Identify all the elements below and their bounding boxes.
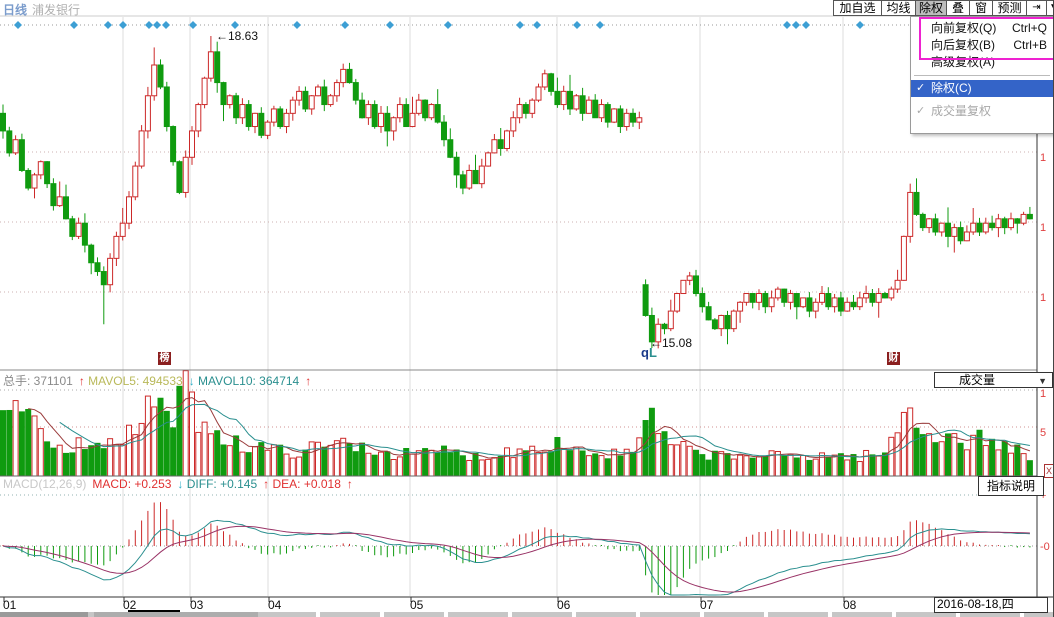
date-axis-label: 03: [190, 598, 203, 612]
date-axis-label: 01: [3, 598, 16, 612]
svg-text:-0: -0: [1040, 541, 1050, 553]
header-value: DIFF: +0.145: [187, 477, 257, 491]
menu-separator: [914, 75, 1050, 76]
close-icon[interactable]: X: [1044, 464, 1054, 478]
menu-item-label: 除权(C): [931, 80, 972, 97]
toolbar-button-2[interactable]: 除权: [916, 0, 947, 16]
menu-item-shortcut: Ctrl+B: [1013, 37, 1047, 54]
trend-arrow-icon: ↓: [177, 477, 186, 491]
volume-header: 总手: 371101 ↑ MAVOL5: 494533 ↓ MAVOL10: 364…: [3, 372, 311, 389]
check-icon: ✓: [916, 103, 925, 120]
toolbar-button-0[interactable]: 加自选: [833, 0, 882, 16]
period-label[interactable]: 日线: [3, 1, 27, 18]
trend-arrow-icon: ↑: [347, 477, 353, 491]
toolbar-button-4[interactable]: 窗: [970, 0, 993, 16]
macd-header: MACD(12,26,9) MACD: +0.253 ↓ DIFF: +0.145 ↑…: [3, 477, 353, 491]
date-box: 2016-08-18,四: [934, 597, 1048, 613]
scrollbar-position-indicator[interactable]: [128, 610, 180, 612]
scrollbar-segment-dark[interactable]: [0, 612, 88, 617]
trend-arrow-icon: ↑: [305, 374, 311, 388]
svg-text:1: 1: [1040, 292, 1046, 304]
toolbar-button-5[interactable]: 预测: [993, 0, 1027, 16]
chevron-down-icon[interactable]: ▼: [1038, 374, 1047, 389]
toolbar-button-3[interactable]: 叠: [947, 0, 970, 16]
menu-item-label: 向前复权(Q): [931, 20, 996, 37]
event-badge-left[interactable]: 榜: [158, 352, 171, 365]
stock-name: 浦发银行: [32, 1, 80, 18]
menu-item-2[interactable]: 高级复权(A): [911, 54, 1053, 71]
event-badge-right[interactable]: 财: [887, 352, 900, 365]
ql-marker: qL: [641, 345, 657, 360]
toolbar: 加自选均线除权叠窗预测⇥▼: [833, 0, 1054, 16]
svg-text:1: 1: [1040, 152, 1046, 164]
date-axis-label: 05: [410, 598, 423, 612]
toolbar-button-1[interactable]: 均线: [882, 0, 916, 16]
svg-text:1: 1: [1040, 222, 1046, 234]
high-price-annotation: ←18.63: [216, 29, 258, 43]
header-value: 总手: 371101: [3, 374, 73, 388]
jump-to-end-icon[interactable]: ⇥: [1027, 0, 1047, 16]
menu-item-1[interactable]: 向后复权(B) Ctrl+B: [911, 37, 1053, 54]
menu-item-label: 高级复权(A): [931, 54, 995, 71]
chart-canvas[interactable]: 11115+-0: [0, 0, 1054, 617]
menu-item-shortcut: Ctrl+Q: [1012, 20, 1047, 37]
volume-indicator-dropdown[interactable]: 成交量 ▼: [934, 372, 1053, 388]
date-axis-label: 06: [557, 598, 570, 612]
date-axis-label: 07: [700, 598, 713, 612]
menu-item-label: 向后复权(B): [931, 37, 995, 54]
svg-text:5: 5: [1040, 427, 1046, 439]
svg-text:1: 1: [1040, 388, 1046, 400]
date-axis-label: 04: [268, 598, 281, 612]
menu-item-4[interactable]: ✓ 除权(C): [911, 80, 1053, 97]
top-bar: 日线 浦发银行 加自选均线除权叠窗预测⇥▼: [0, 0, 1054, 16]
header-value: MACD: +0.253: [92, 477, 171, 491]
trend-arrow-icon: ↑: [79, 374, 88, 388]
indicator-help-button[interactable]: 指标说明: [978, 476, 1044, 496]
scrollbar-segment-mid[interactable]: [94, 612, 258, 617]
trend-arrow-icon: ↓: [189, 374, 198, 388]
volume-indicator-label: 成交量: [959, 373, 995, 388]
date-axis-label: 08: [843, 598, 856, 612]
menu-item-6: ✓ 成交量复权: [911, 103, 1053, 120]
header-value: MAVOL5: 494533: [88, 374, 183, 388]
header-value: MAVOL10: 364714: [198, 374, 299, 388]
header-value: DEA: +0.018: [272, 477, 340, 491]
trading-app-window: 11115+-0 日线 浦发银行 加自选均线除权叠窗预测⇥▼ 总手: 37110…: [0, 0, 1054, 617]
header-value: MACD(12,26,9): [3, 477, 86, 491]
menu-item-0[interactable]: 向前复权(Q) Ctrl+Q: [911, 20, 1053, 37]
menu-item-label: 成交量复权: [931, 103, 991, 120]
toolbar-dropdown-icon[interactable]: ▼: [1047, 0, 1054, 16]
check-icon: ✓: [916, 80, 925, 97]
adjust-rights-context-menu: 向前复权(Q)Ctrl+Q向后复权(B)Ctrl+B高级复权(A)✓除权(C)✓…: [910, 16, 1054, 134]
